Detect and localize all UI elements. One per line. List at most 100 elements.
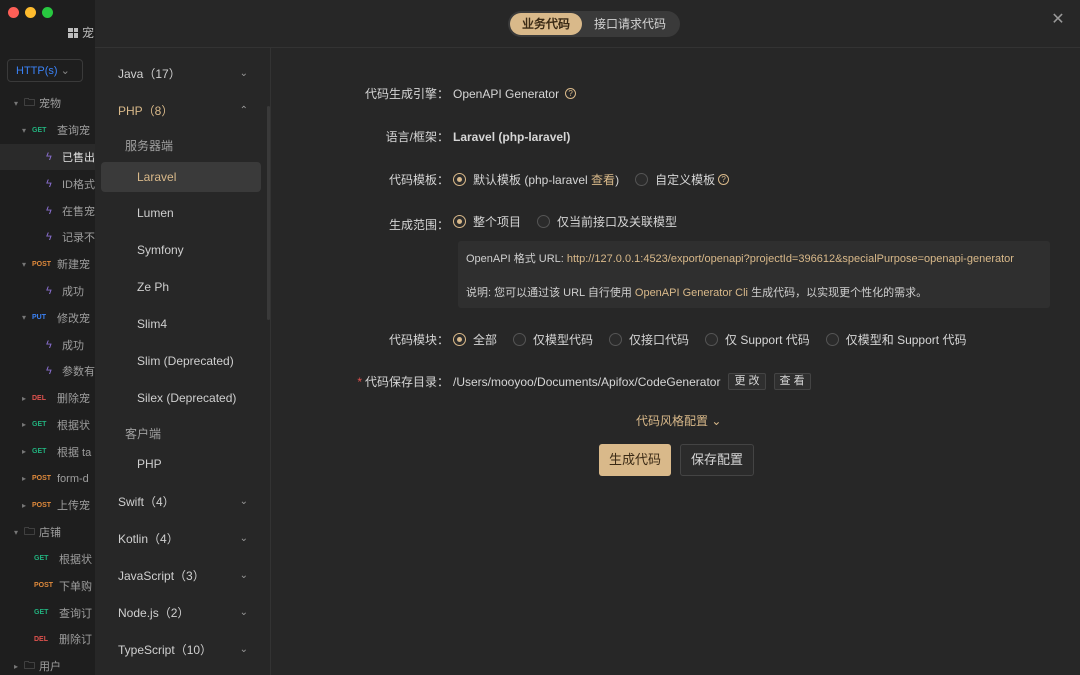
language-sidebar: Java（17） ⌄ PHP（8） ⌃ 服务器端 Laravel Lumen Sym… — [95, 48, 271, 675]
radio-module-support[interactable]: 仅 Support 代码 — [705, 331, 810, 348]
template-label: 代码模板： — [388, 173, 449, 187]
method-badge: GET — [34, 555, 49, 563]
lang-php[interactable]: PHP（8） ⌃ — [118, 100, 248, 120]
tree-label: form-d — [57, 472, 89, 485]
openapi-info-box: OpenAPI 格式 URL: http://127.0.0.1:4523/ex… — [458, 241, 1050, 308]
tree-case[interactable]: ϟ 在售宠 — [0, 197, 95, 224]
engine-label: 代码生成引擎： — [364, 87, 449, 101]
framework-silex-deprecated[interactable]: Silex (Deprecated) — [101, 383, 261, 413]
openapi-url-link[interactable]: http://127.0.0.1:4523/export/openapi?pro… — [567, 253, 1014, 265]
folder-icon: 🗀 — [24, 659, 35, 672]
framework-slim4[interactable]: Slim4 — [101, 309, 261, 339]
caret-icon: ▸ — [22, 447, 27, 457]
framework-symfony[interactable]: Symfony — [101, 235, 261, 265]
framework-zeph[interactable]: Ze Ph — [101, 272, 261, 302]
method-badge: DEL — [34, 635, 48, 643]
tree-endpoint[interactable]: GET 根据状 — [0, 546, 95, 573]
dir-label: * 代码保存目录： — [357, 375, 449, 389]
tab-business-code[interactable]: 业务代码 — [510, 13, 583, 35]
radio-scope-current[interactable]: 仅当前接口及关联模型 — [537, 213, 677, 230]
grid-icon — [68, 27, 78, 38]
caret-icon: ▾ — [22, 259, 27, 269]
tree-endpoint[interactable]: ▸ POST form-d — [0, 465, 95, 492]
generator-cli-link[interactable]: OpenAPI Generator Cli — [635, 287, 748, 299]
tree-endpoint[interactable]: ▾ POST 新建宠 — [0, 251, 95, 278]
caret-icon: ▾ — [14, 527, 19, 537]
help-icon[interactable]: ? — [565, 88, 577, 99]
code-style-toggle[interactable]: 代码风格配置 ⌄ — [636, 412, 721, 429]
tree-folder[interactable]: ▾ 🗀 宠物 — [0, 90, 95, 117]
framework-laravel[interactable]: Laravel — [101, 162, 261, 192]
radio-module-all[interactable]: 全部 — [453, 331, 497, 348]
tree-endpoint[interactable]: ▸ DEL 删除宠 — [0, 385, 95, 412]
tree-folder[interactable]: ▸ 🗀 用户 — [0, 653, 95, 675]
chevron-down-icon: ⌄ — [239, 569, 248, 581]
case-icon: ϟ — [46, 204, 52, 217]
radio-scope-all[interactable]: 整个项目 — [453, 213, 521, 230]
tree-label: 店铺 — [39, 527, 61, 540]
lang-swift[interactable]: Swift（4） ⌄ — [118, 491, 248, 511]
help-icon[interactable]: ? — [718, 174, 730, 185]
tree-endpoint[interactable]: POST 下单购 — [0, 572, 95, 599]
chevron-down-icon: ⌄ — [239, 67, 248, 79]
view-template-link[interactable]: 查看 — [591, 171, 615, 188]
zoom-window-icon[interactable] — [42, 7, 53, 18]
radio-module-api[interactable]: 仅接口代码 — [609, 331, 689, 348]
lang-typescript[interactable]: TypeScript（10） ⌄ — [118, 639, 248, 659]
close-window-icon[interactable] — [8, 7, 19, 18]
lang-nodejs[interactable]: Node.js（2） ⌄ — [118, 602, 248, 622]
dir-value: /Users/mooyoo/Documents/Apifox/CodeGener… — [453, 374, 721, 389]
change-dir-button[interactable]: 更 改 — [728, 373, 766, 390]
tree-case[interactable]: ϟ 成功 — [0, 278, 95, 305]
lang-javascript[interactable]: JavaScript（3） ⌄ — [118, 565, 248, 585]
lang-java[interactable]: Java（17） ⌄ — [118, 63, 248, 83]
tree-folder[interactable]: ▾ 🗀 店铺 — [0, 519, 95, 546]
tree-label: 用户 — [39, 661, 61, 674]
radio-module-model[interactable]: 仅模型代码 — [513, 331, 593, 348]
framework-lumen[interactable]: Lumen — [101, 198, 261, 228]
tab-request-code[interactable]: 接口请求代码 — [582, 13, 678, 35]
framework-php-client[interactable]: PHP — [101, 449, 261, 479]
sidebar-scrollbar[interactable] — [267, 106, 270, 320]
tree-label: 成功 — [62, 339, 84, 352]
tree-label: 新建宠 — [57, 259, 90, 272]
minimize-window-icon[interactable] — [25, 7, 36, 18]
framework-slim-deprecated[interactable]: Slim (Deprecated) — [101, 346, 261, 376]
tree-label: 下单购 — [59, 580, 92, 593]
radio-custom-template[interactable]: 自定义模板? — [635, 171, 730, 188]
api-tree: ▾ 🗀 宠物 ▾ GET 查询宠 ϟ 已售出 ϟ ID格式 ϟ 在售宠 ϟ 记录不 ▾ POST 新建宠 ϟ 成功 ▾… — [0, 90, 95, 675]
tree-endpoint[interactable]: ▾ PUT 修改宠 — [0, 304, 95, 331]
tree-endpoint[interactable]: GET 查询订 — [0, 599, 95, 626]
tree-endpoint[interactable]: ▾ GET 查询宠 — [0, 117, 95, 144]
lang-kotlin[interactable]: Kotlin（4） ⌄ — [118, 528, 248, 548]
tree-endpoint[interactable]: ▸ GET 根据状 — [0, 412, 95, 439]
caret-icon: ▸ — [22, 500, 27, 510]
tree-label: 修改宠 — [57, 312, 90, 325]
method-badge: GET — [34, 609, 49, 617]
folder-icon: 🗀 — [24, 525, 35, 538]
tree-case[interactable]: ϟ 参数有 — [0, 358, 95, 385]
folder-icon: 🗀 — [24, 96, 35, 109]
group-server: 服务器端 — [125, 139, 174, 153]
method-select[interactable]: HTTP(s) ⌄ — [7, 59, 83, 82]
tree-endpoint[interactable]: DEL 删除订 — [0, 626, 95, 653]
tree-endpoint[interactable]: ▸ GET 根据 ta — [0, 438, 95, 465]
close-icon[interactable]: ✕ — [1050, 12, 1066, 28]
radio-module-model-support[interactable]: 仅模型和 Support 代码 — [825, 331, 966, 348]
tree-case[interactable]: ϟ 已售出 — [0, 143, 95, 171]
tree-case[interactable]: ϟ 记录不 — [0, 224, 95, 251]
caret-icon: ▾ — [22, 125, 27, 135]
method-badge: GET — [32, 126, 47, 134]
tree-case[interactable]: ϟ 成功 — [0, 331, 95, 358]
window-controls — [8, 7, 53, 18]
radio-default-template[interactable]: 默认模板 (php-laravel 查看) — [453, 171, 619, 188]
case-icon: ϟ — [46, 338, 52, 351]
view-dir-button[interactable]: 查 看 — [773, 373, 811, 390]
scope-row: 生成范围： 整个项目 仅当前接口及关联模型 — [271, 210, 693, 233]
tree-endpoint[interactable]: ▸ POST 上传宠 — [0, 492, 95, 519]
tree-label: 查询宠 — [57, 125, 90, 138]
generate-code-button[interactable]: 生成代码 — [599, 444, 671, 476]
method-badge: GET — [32, 421, 47, 429]
save-config-button[interactable]: 保存配置 — [680, 444, 754, 476]
tree-case[interactable]: ϟ ID格式 — [0, 170, 95, 197]
